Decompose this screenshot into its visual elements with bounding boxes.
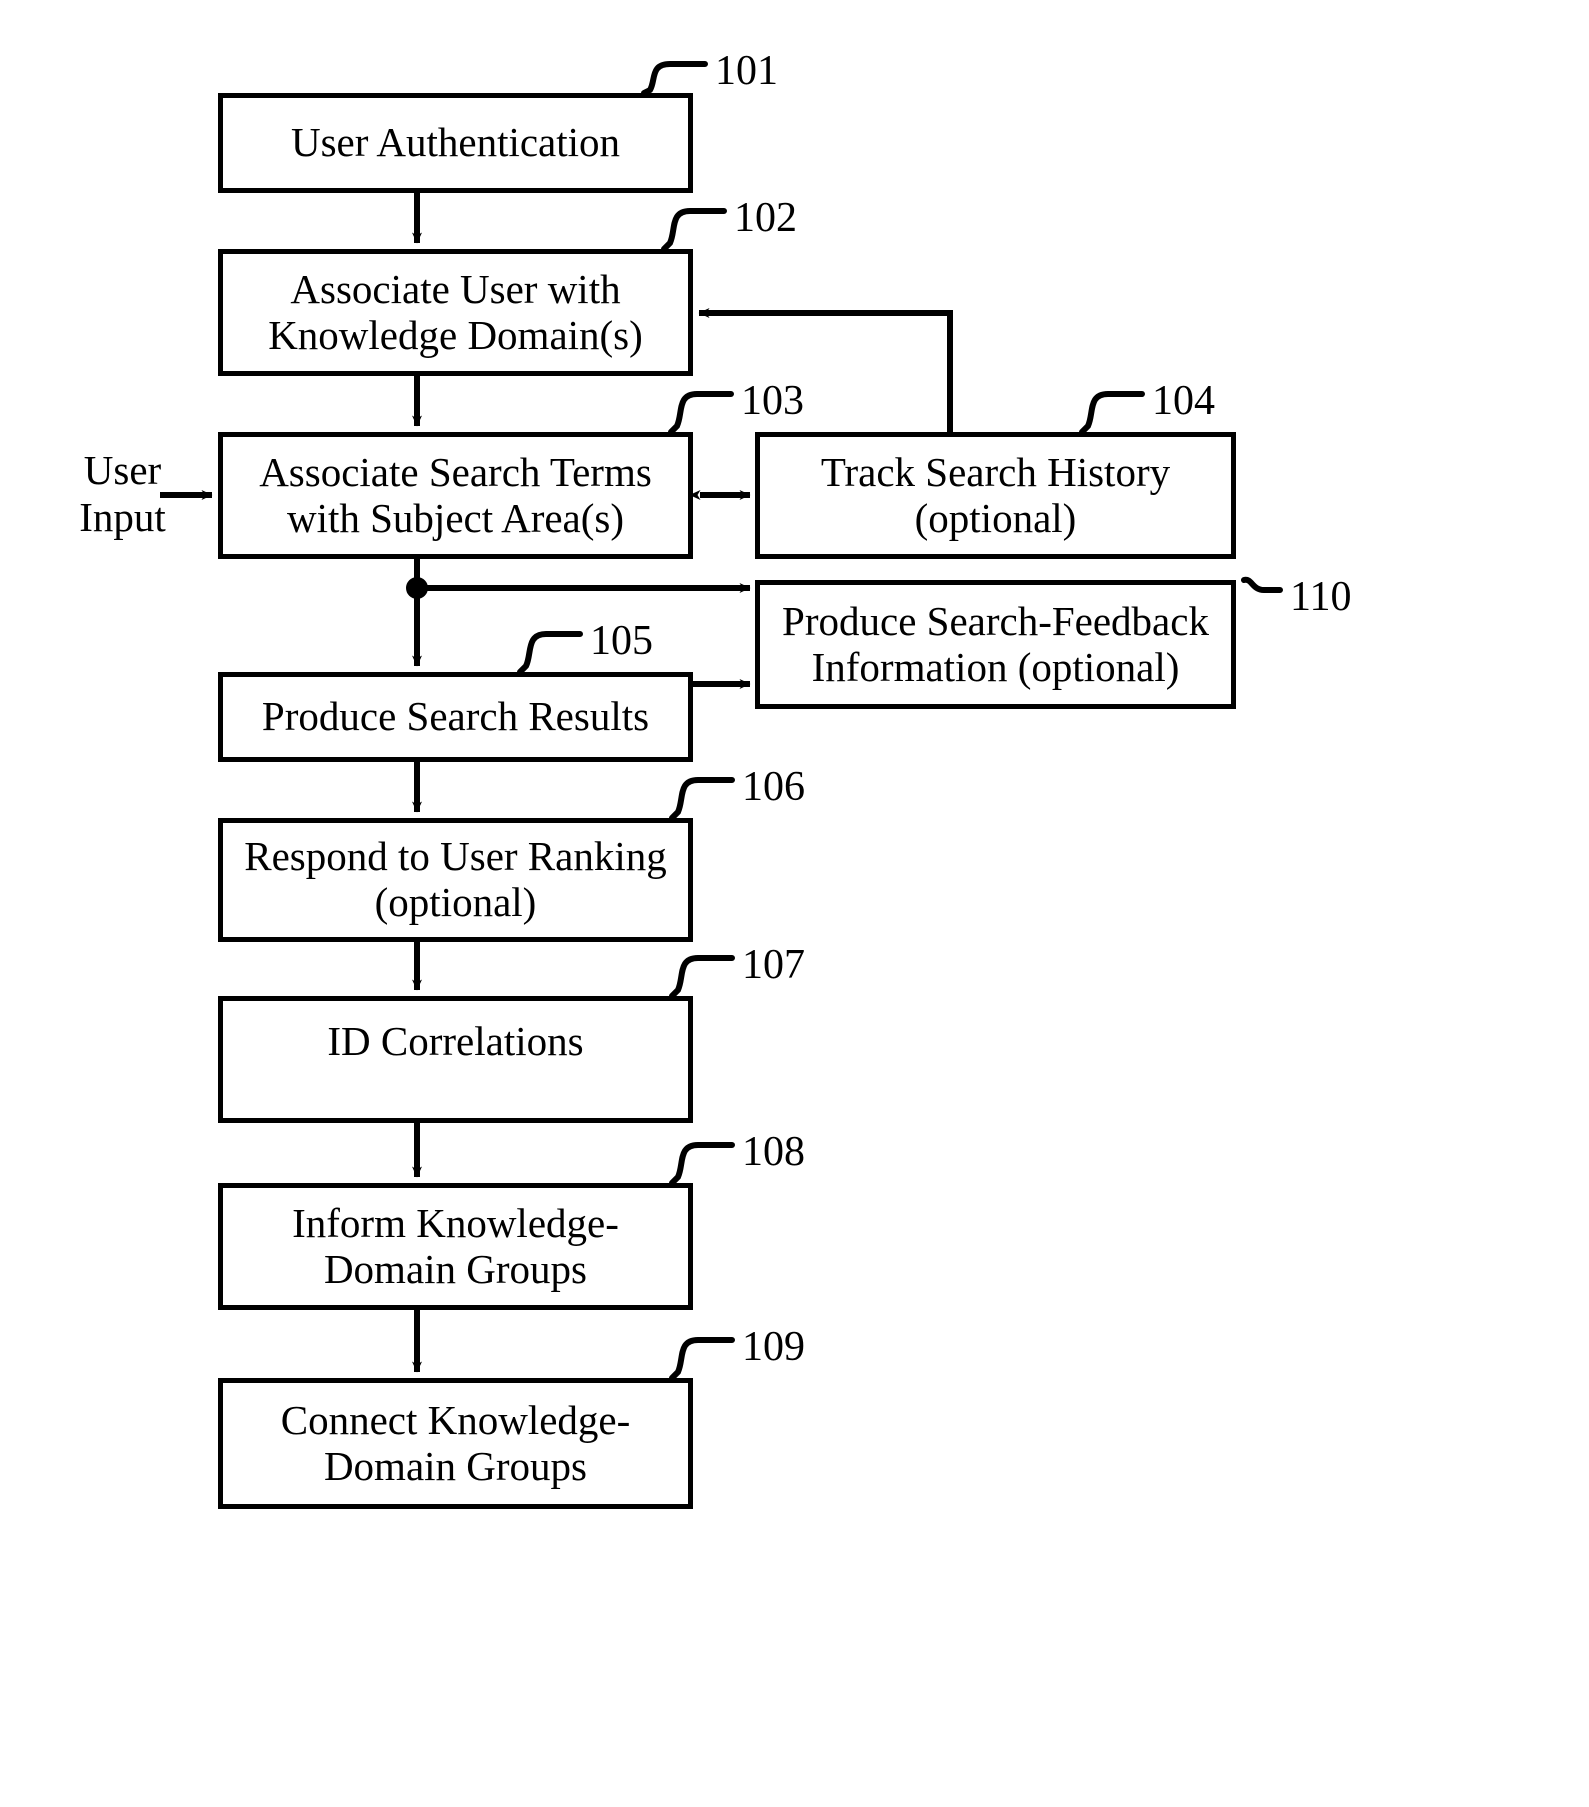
ref-106: 106 <box>742 764 805 810</box>
box-101-user-authentication[interactable]: User Authentication <box>218 93 693 193</box>
box-108-label: Inform Knowledge- Domain Groups <box>292 1199 619 1292</box>
user-input-label: User Input <box>79 447 166 540</box>
box-102-label: Associate User with Knowledge Domain(s) <box>268 265 643 358</box>
leader-108 <box>669 1142 735 1186</box>
leader-103 <box>668 391 734 435</box>
junction-dot-103-branch <box>406 577 428 599</box>
box-107-id-correlations[interactable]: ID Correlations <box>218 996 693 1123</box>
ref-102: 102 <box>734 195 797 241</box>
box-110-produce-search-feedback-information[interactable]: Produce Search-Feedback Information (opt… <box>755 580 1236 709</box>
box-109-connect-knowledge-domain-groups[interactable]: Connect Knowledge- Domain Groups <box>218 1378 693 1509</box>
box-110-label: Produce Search-Feedback Information (opt… <box>782 597 1209 690</box>
ref-110: 110 <box>1290 574 1352 620</box>
box-105-label: Produce Search Results <box>261 693 650 740</box>
leader-109 <box>669 1337 735 1381</box>
box-109-label: Connect Knowledge- Domain Groups <box>280 1396 631 1489</box>
ref-101: 101 <box>715 48 778 94</box>
leader-110 <box>1241 576 1283 593</box>
box-107-label: ID Correlations <box>327 1018 584 1064</box>
box-104-track-search-history[interactable]: Track Search History (optional) <box>755 432 1236 559</box>
box-106-label: Respond to User Ranking (optional) <box>244 833 667 925</box>
ref-103: 103 <box>741 378 804 424</box>
ref-108: 108 <box>742 1129 805 1175</box>
arrow-104-to-102-feedback <box>698 308 953 432</box>
box-106-respond-to-user-ranking[interactable]: Respond to User Ranking (optional) <box>218 818 693 942</box>
leader-104 <box>1079 391 1145 435</box>
leader-106 <box>669 777 735 821</box>
ref-107: 107 <box>742 942 805 988</box>
figure-canvas: User Authentication Associate User with … <box>0 0 1589 1807</box>
box-108-inform-knowledge-domain-groups[interactable]: Inform Knowledge- Domain Groups <box>218 1183 693 1310</box>
leader-105 <box>517 631 583 675</box>
ref-104: 104 <box>1152 378 1215 424</box>
box-103-label: Associate Search Terms with Subject Area… <box>259 448 652 541</box>
box-105-produce-search-results[interactable]: Produce Search Results <box>218 672 693 762</box>
leader-102 <box>661 208 727 252</box>
leader-101 <box>641 61 708 96</box>
ref-109: 109 <box>742 1324 805 1370</box>
ref-105: 105 <box>590 618 653 664</box>
box-103-associate-search-terms-with-subject-areas[interactable]: Associate Search Terms with Subject Area… <box>218 432 693 559</box>
leader-107 <box>669 955 735 999</box>
box-102-associate-user-with-knowledge-domains[interactable]: Associate User with Knowledge Domain(s) <box>218 249 693 376</box>
box-104-label: Track Search History (optional) <box>820 448 1171 541</box>
box-101-label: User Authentication <box>290 119 621 166</box>
